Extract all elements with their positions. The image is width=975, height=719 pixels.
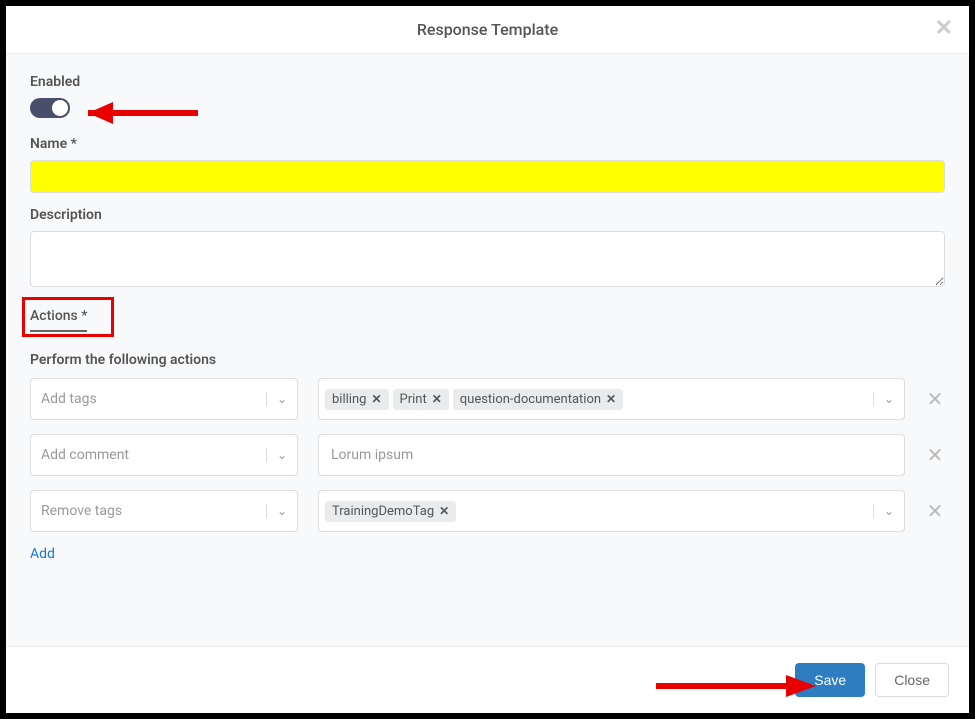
modal-footer: Save Close [6,646,969,713]
enabled-group: Enabled [30,74,945,122]
tag-label: question-documentation [460,392,601,407]
action-type-select[interactable]: Add tags ⌄ [30,378,298,420]
delete-row-icon[interactable]: ✕ [925,387,945,411]
add-action-link[interactable]: Add [30,546,945,562]
description-label: Description [30,207,945,223]
select-value: Add tags [41,391,266,407]
select-value: Remove tags [41,503,266,519]
name-input[interactable] [30,160,945,193]
close-icon[interactable]: ✕ [935,16,953,41]
chevron-down-icon: ⌄ [873,504,898,518]
response-template-modal: Response Template ✕ Enabled Name * Descr… [6,6,969,713]
action-type-select[interactable]: Add comment ⌄ [30,434,298,476]
remove-tag-icon[interactable]: ✕ [439,504,449,518]
tag-chip: question-documentation ✕ [453,389,623,410]
chevron-down-icon: ⌄ [266,448,287,462]
tag-chip: billing ✕ [325,389,389,410]
close-button[interactable]: Close [875,663,949,697]
action-type-select[interactable]: Remove tags ⌄ [30,490,298,532]
remove-tag-icon[interactable]: ✕ [606,392,616,406]
tags-input[interactable]: TrainingDemoTag ✕ ⌄ [318,490,905,532]
comment-value: Lorum ipsum [331,447,413,463]
action-row: Add tags ⌄ billing ✕ Print ✕ question-do… [30,378,945,420]
chevron-down-icon: ⌄ [266,504,287,518]
enabled-label: Enabled [30,74,945,90]
action-row: Add comment ⌄ Lorum ipsum ✕ [30,434,945,476]
delete-row-icon[interactable]: ✕ [925,499,945,523]
tag-chip: TrainingDemoTag ✕ [325,501,456,522]
tag-chip: Print ✕ [393,389,449,410]
name-group: Name * [30,136,945,193]
delete-row-icon[interactable]: ✕ [925,443,945,467]
modal-body: Enabled Name * Description Actions * Per… [6,54,969,646]
tag-label: billing [332,392,366,407]
annotation-arrow-icon [656,671,816,701]
tags-input[interactable]: billing ✕ Print ✕ question-documentation… [318,378,905,420]
modal-title: Response Template [26,20,949,39]
name-label: Name * [30,136,945,152]
remove-tag-icon[interactable]: ✕ [432,392,442,406]
chevron-down-icon: ⌄ [873,392,898,406]
tag-label: Print [400,392,427,407]
remove-tag-icon[interactable]: ✕ [371,392,381,406]
actions-tab-wrap: Actions * [30,305,945,332]
select-value: Add comment [41,447,266,463]
save-button[interactable]: Save [795,663,865,697]
actions-subheading: Perform the following actions [30,352,945,368]
enabled-toggle[interactable] [30,98,70,118]
chevron-down-icon: ⌄ [266,392,287,406]
comment-input[interactable]: Lorum ipsum [318,434,905,476]
action-row: Remove tags ⌄ TrainingDemoTag ✕ ⌄ ✕ [30,490,945,532]
modal-header: Response Template ✕ [6,6,969,54]
description-input[interactable] [30,231,945,287]
tag-label: TrainingDemoTag [332,504,434,519]
actions-tab[interactable]: Actions * [30,308,87,332]
description-group: Description [30,207,945,291]
